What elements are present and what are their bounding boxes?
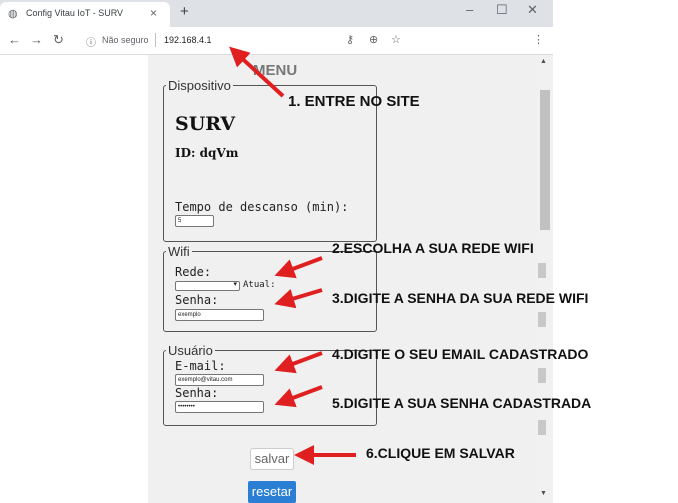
- scroll-up-icon[interactable]: ▲: [540, 58, 547, 65]
- step5-annotation: 5.DIGITE A SUA SENHA CADASTRADA: [332, 395, 592, 411]
- address-bar[interactable]: 192.168.4.1: [164, 35, 212, 45]
- back-arrow-icon[interactable]: ←: [8, 32, 21, 47]
- rest-time-input[interactable]: 5: [175, 215, 214, 227]
- address-toolbar: ← → ↻ ⓘ Não seguro 192.168.4.1 ⚷ ⊕ ☆ ⋮: [0, 27, 553, 55]
- user-password-label: Senha:: [175, 386, 219, 400]
- menu-title: MENU: [253, 62, 298, 79]
- network-select[interactable]: ▾: [175, 281, 240, 291]
- user-legend: Usuário: [168, 343, 213, 358]
- zoom-icon[interactable]: ⊕: [369, 33, 378, 46]
- network-label: Rede:: [175, 265, 212, 279]
- scrollbar-thumb[interactable]: [540, 90, 550, 230]
- reset-button[interactable]: resetar: [248, 481, 296, 503]
- save-button[interactable]: salvar: [250, 448, 294, 470]
- scroll-down-icon[interactable]: ▼: [540, 490, 547, 497]
- scroll-track-segment: [538, 420, 546, 435]
- reload-icon[interactable]: ↻: [53, 32, 64, 48]
- forward-arrow-icon[interactable]: →: [30, 32, 43, 47]
- wifi-legend: Wifi: [168, 244, 190, 259]
- menu-dots-icon[interactable]: ⋮: [533, 33, 544, 46]
- globe-icon: ◍: [8, 8, 18, 20]
- close-window-icon[interactable]: ✕: [527, 2, 538, 18]
- wifi-password-input[interactable]: exemplo: [175, 309, 264, 321]
- device-name: SURV: [175, 113, 236, 135]
- wifi-password-label: Senha:: [175, 293, 219, 307]
- browser-tab[interactable]: ◍ Config Vitau IoT - SURV ×: [0, 2, 170, 27]
- device-id: ID: dqVm: [175, 146, 239, 160]
- tab-title: Config Vitau IoT - SURV: [26, 8, 124, 18]
- maximize-icon[interactable]: ☐: [496, 2, 508, 18]
- security-label[interactable]: Não seguro: [102, 35, 149, 45]
- tab-bar: ◍ Config Vitau IoT - SURV × + – ☐ ✕: [0, 0, 553, 27]
- scroll-track-segment: [538, 312, 546, 327]
- info-icon[interactable]: ⓘ: [86, 34, 96, 49]
- scroll-track-segment: [538, 368, 546, 383]
- step6-annotation: 6.CLIQUE EM SALVAR: [366, 445, 515, 461]
- step4-annotation: 4.DIGITE O SEU EMAIL CADASTRADO: [332, 346, 589, 362]
- step1-annotation: 1. ENTRE NO SITE: [288, 93, 420, 110]
- rest-time-label: Tempo de descanso (min):: [175, 200, 349, 214]
- device-legend: Dispositivo: [168, 78, 231, 93]
- current-network-label: Atual:: [243, 280, 276, 290]
- minimize-icon[interactable]: –: [466, 2, 473, 17]
- tab-close-button[interactable]: ×: [150, 6, 157, 20]
- email-input[interactable]: exemplo@vitau.com: [175, 374, 264, 386]
- star-icon[interactable]: ☆: [391, 33, 401, 46]
- new-tab-button[interactable]: +: [180, 3, 189, 20]
- user-password-input[interactable]: ••••••••: [175, 401, 264, 413]
- scroll-track-segment: [538, 263, 546, 278]
- url-divider: [155, 33, 156, 47]
- key-icon[interactable]: ⚷: [346, 33, 354, 46]
- chevron-down-icon: ▾: [233, 281, 237, 288]
- email-label: E-mail:: [175, 359, 226, 373]
- step2-annotation: 2.ESCOLHA A SUA REDE WIFI: [332, 240, 534, 256]
- step3-annotation: 3.DIGITE A SENHA DA SUA REDE WIFI: [332, 290, 589, 306]
